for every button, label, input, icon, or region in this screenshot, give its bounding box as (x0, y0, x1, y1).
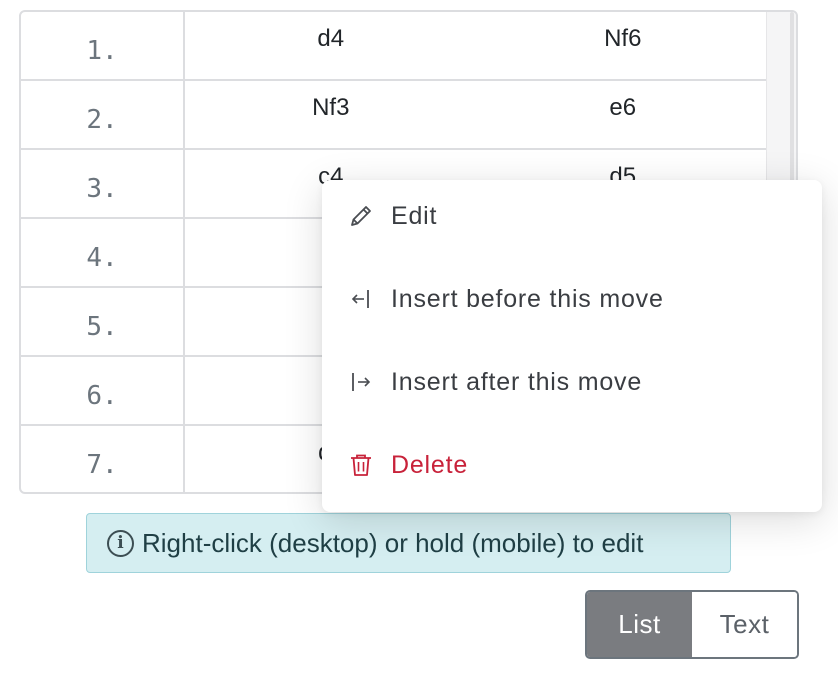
white-move-cell[interactable]: d4 (184, 12, 477, 81)
text-view-button[interactable]: Text (692, 592, 797, 657)
move-number: 5. (21, 287, 185, 357)
menu-item-edit[interactable]: Edit (322, 186, 822, 246)
move-number: 2. (21, 80, 185, 150)
table-row: 2. Nf3 e6 (21, 80, 769, 150)
move-number: 7. (21, 425, 185, 492)
menu-item-label: Insert after this move (391, 367, 643, 396)
edit-hint-banner: i Right-click (desktop) or hold (mobile)… (86, 513, 731, 573)
pencil-icon (348, 203, 374, 229)
info-icon: i (107, 529, 134, 557)
black-move-cell[interactable]: e6 (476, 80, 769, 150)
move-list-stage: 1. d4 Nf6 2. Nf3 e6 3. c4 d5 4. N (0, 0, 838, 682)
move-number: 1. (21, 12, 185, 81)
black-move-cell[interactable]: Nf6 (476, 12, 769, 81)
menu-item-insert-before[interactable]: Insert before this move (322, 269, 822, 329)
move-number: 6. (21, 356, 185, 426)
menu-item-label: Insert before this move (391, 284, 664, 313)
table-row: 1. d4 Nf6 (21, 12, 769, 81)
menu-item-label: Edit (391, 201, 438, 230)
menu-item-label: Delete (391, 450, 469, 479)
white-move-cell[interactable]: Nf3 (184, 80, 477, 150)
move-number: 4. (21, 218, 185, 288)
insert-after-icon (348, 369, 374, 395)
list-view-button[interactable]: List (587, 592, 692, 657)
move-context-menu: Edit Insert before this move Insert afte… (322, 180, 822, 512)
trash-icon (348, 452, 374, 478)
hint-text: Right-click (desktop) or hold (mobile) t… (142, 527, 644, 558)
menu-item-delete[interactable]: Delete (322, 435, 822, 495)
insert-before-icon (348, 286, 374, 312)
move-number: 3. (21, 149, 185, 219)
menu-item-insert-after[interactable]: Insert after this move (322, 352, 822, 412)
view-mode-toggle: List Text (585, 590, 799, 659)
